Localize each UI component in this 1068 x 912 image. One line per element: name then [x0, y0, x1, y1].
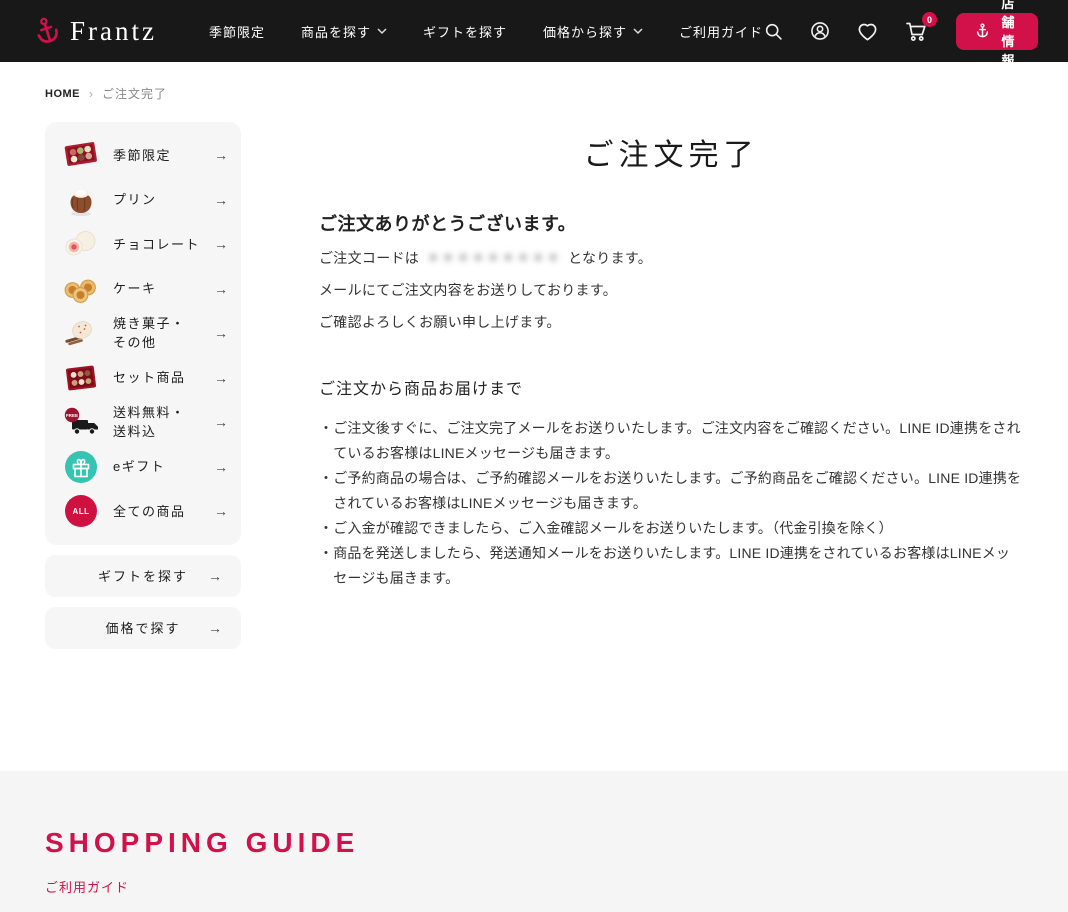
- arrow-icon: →: [214, 370, 228, 386]
- category-sidebar: 季節限定 → プ: [45, 122, 241, 649]
- chevron-down-icon: [633, 28, 643, 35]
- bullet-marker: ・: [319, 416, 333, 466]
- mail-notice-line: メールにてご注文内容をお送りしております。: [319, 279, 1023, 302]
- free-shipping-truck-icon: FREE: [58, 402, 104, 442]
- sidebar-item-baked[interactable]: 焼き菓子・ その他 →: [58, 311, 228, 356]
- order-code-suffix: となります。: [568, 250, 652, 266]
- account-icon[interactable]: [809, 20, 831, 42]
- wishlist-heart-icon[interactable]: [856, 21, 879, 42]
- sidebar-item-label: 季節限定: [113, 146, 214, 166]
- sidebar-item-label: 焼き菓子・ その他: [113, 314, 214, 353]
- arrow-icon: →: [214, 147, 228, 163]
- pudding-pot-icon: [58, 180, 104, 220]
- arrow-icon: →: [214, 503, 228, 519]
- list-item-text: ご入金が確認できましたら、ご入金確認メールをお送りいたします。（代金引換を除く）: [333, 516, 893, 541]
- site-header: Frantz 季節限定 商品を探す ギフトを探す 価格から探す: [0, 0, 1068, 62]
- egift-icon: [58, 447, 104, 487]
- site-footer: SHOPPING GUIDE ご利用ガイド: [0, 771, 1068, 912]
- anchor-icon: [975, 22, 990, 40]
- shopping-guide-title: SHOPPING GUIDE: [45, 827, 1068, 859]
- baked-sweets-icon: [58, 313, 104, 353]
- sidebar-price-search[interactable]: 価格で探す →: [45, 607, 241, 649]
- thanks-message: ご注文ありがとうございます。: [319, 210, 1023, 236]
- list-item: ・ ご注文後すぐに、ご注文完了メールをお送りいたします。ご注文内容をご確認くださ…: [319, 416, 1023, 466]
- nav-products[interactable]: 商品を探す: [301, 22, 387, 41]
- brand-name: Frantz: [70, 16, 157, 47]
- free-badge-label: FREE: [66, 413, 78, 418]
- arrow-icon: →: [214, 414, 228, 430]
- arrow-icon: →: [214, 459, 228, 475]
- sidebar-gift-search[interactable]: ギフトを探す →: [45, 555, 241, 597]
- sidebar-item-free-shipping[interactable]: FREE 送料無料・ 送料込 →: [58, 400, 228, 445]
- list-item-text: ご注文後すぐに、ご注文完了メールをお送りいたします。ご注文内容をご確認ください。…: [333, 416, 1023, 466]
- store-info-label: 店舗情報: [999, 0, 1019, 69]
- sidebar-item-seasonal[interactable]: 季節限定 →: [58, 133, 228, 178]
- breadcrumb-current: ご注文完了: [102, 85, 167, 102]
- sidebar-item-egift[interactable]: eギフト →: [58, 445, 228, 490]
- sidebar-item-chocolate[interactable]: チョコレート →: [58, 222, 228, 267]
- sidebar-item-label: プリン: [113, 190, 214, 210]
- arrow-icon: →: [208, 620, 224, 636]
- order-code-prefix: ご注文コードは: [319, 250, 419, 266]
- price-search-label: 価格で探す: [105, 618, 180, 637]
- page-title: ご注文完了: [319, 130, 1023, 174]
- strawberry-chocolate-icon: [58, 224, 104, 264]
- breadcrumb-home[interactable]: HOME: [45, 88, 80, 100]
- sidebar-item-label: eギフト: [113, 457, 214, 477]
- nav-guide[interactable]: ご利用ガイド: [679, 22, 763, 41]
- order-code-line: ご注文コードは ＊＊＊＊＊＊＊＊＊ となります。: [319, 247, 1023, 270]
- delivery-steps-list: ・ ご注文後すぐに、ご注文完了メールをお送りいたします。ご注文内容をご確認くださ…: [319, 416, 1023, 591]
- list-item: ・ ご予約商品の場合は、ご予約確認メールをお送りいたします。ご予約商品をご確認く…: [319, 466, 1023, 516]
- cart-count-badge: 0: [922, 12, 937, 27]
- bullet-marker: ・: [319, 466, 333, 516]
- arrow-icon: →: [214, 281, 228, 297]
- footer-guide-link[interactable]: ご利用ガイド: [45, 877, 129, 896]
- seasonal-chocolate-box-icon: [58, 135, 104, 175]
- sidebar-item-label: ケーキ: [113, 279, 214, 299]
- breadcrumb-separator: ›: [89, 87, 93, 101]
- set-box-icon: [58, 358, 104, 398]
- header-icons: 0: [763, 19, 928, 43]
- nav-gifts[interactable]: ギフトを探す: [423, 22, 507, 41]
- store-info-button[interactable]: 店舗情報: [956, 13, 1038, 50]
- main-nav: 季節限定 商品を探す ギフトを探す 価格から探す ご利用ガイド: [209, 22, 763, 41]
- bullet-marker: ・: [319, 541, 333, 591]
- list-item: ・ 商品を発送しましたら、発送通知メールをお送りいたします。LINE ID連携を…: [319, 541, 1023, 591]
- content: 季節限定 → プ: [0, 102, 1068, 649]
- sidebar-item-pudding[interactable]: プリン →: [58, 178, 228, 223]
- order-code-masked: ＊＊＊＊＊＊＊＊＊: [426, 250, 561, 266]
- list-item-text: 商品を発送しましたら、発送通知メールをお送りいたします。LINE ID連携をされ…: [333, 541, 1023, 591]
- sidebar-item-label: 送料無料・ 送料込: [113, 403, 214, 442]
- list-item-text: ご予約商品の場合は、ご予約確認メールをお送りいたします。ご予約商品をご確認くださ…: [333, 466, 1023, 516]
- sidebar-item-all-products[interactable]: ALL 全ての商品 →: [58, 489, 228, 534]
- cake-tarts-icon: [58, 269, 104, 309]
- chevron-down-icon: [377, 28, 387, 35]
- anchor-logo-icon: [33, 15, 61, 47]
- nav-seasonal[interactable]: 季節限定: [209, 22, 265, 41]
- gift-search-label: ギフトを探す: [98, 566, 188, 585]
- all-products-icon: ALL: [58, 491, 104, 531]
- sidebar-item-label: セット商品: [113, 368, 214, 388]
- arrow-icon: →: [214, 236, 228, 252]
- brand-logo[interactable]: Frantz: [33, 15, 157, 47]
- bullet-marker: ・: [319, 516, 333, 541]
- arrow-icon: →: [214, 192, 228, 208]
- search-icon[interactable]: [763, 21, 784, 42]
- cart-icon[interactable]: 0: [904, 19, 928, 43]
- sidebar-item-label: 全ての商品: [113, 502, 214, 522]
- sidebar-item-label: チョコレート: [113, 235, 214, 255]
- nav-price[interactable]: 価格から探す: [543, 22, 643, 41]
- all-badge-label: ALL: [72, 507, 89, 516]
- list-item: ・ ご入金が確認できましたら、ご入金確認メールをお送りいたします。（代金引換を除…: [319, 516, 1023, 541]
- delivery-section-title: ご注文から商品お届けまで: [319, 375, 1023, 399]
- arrow-icon: →: [214, 325, 228, 341]
- main-content: ご注文完了 ご注文ありがとうございます。 ご注文コードは ＊＊＊＊＊＊＊＊＊ となり…: [319, 122, 1023, 591]
- category-list: 季節限定 → プ: [45, 122, 241, 545]
- confirm-line: ご確認よろしくお願い申し上げます。: [319, 311, 1023, 334]
- page: Frantz 季節限定 商品を探す ギフトを探す 価格から探す: [0, 0, 1068, 912]
- breadcrumb: HOME › ご注文完了: [0, 62, 1068, 102]
- sidebar-item-set[interactable]: セット商品 →: [58, 356, 228, 401]
- sidebar-item-cake[interactable]: ケーキ →: [58, 267, 228, 312]
- arrow-icon: →: [208, 568, 224, 584]
